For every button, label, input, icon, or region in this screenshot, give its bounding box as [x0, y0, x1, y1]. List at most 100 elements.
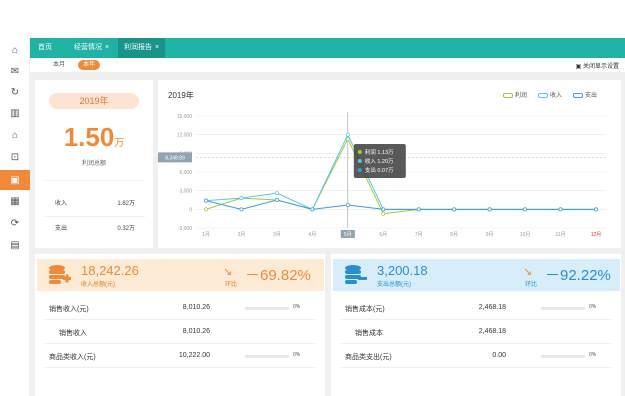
- tab-bar: 首页 经营情况 × 利润报告 ×: [30, 38, 625, 58]
- refresh-icon[interactable]: ↻: [8, 85, 22, 99]
- expense-mom-change: －92.22%: [545, 267, 611, 284]
- lock-icon[interactable]: ⊡: [8, 150, 22, 164]
- x-tick-label: 7月: [415, 232, 423, 238]
- expense-total-label: 支出总额(元): [377, 282, 411, 288]
- tooltip-text: 利润 1.13万: [365, 148, 394, 156]
- period-bar: 本月 本年 ▣ 关闭显示设置: [30, 58, 625, 72]
- expense-value: 0.32万: [117, 226, 135, 232]
- table-row: 销售收入(元) 8,010.26 0%: [35, 302, 325, 316]
- line-chart[interactable]: 15,00012,0009,0006,0003,0000-3,0001月2月3月…: [158, 80, 621, 248]
- y-tick-label: 15,000: [177, 114, 193, 120]
- series-point: [381, 207, 386, 212]
- display-settings-label: 关闭显示设置: [582, 64, 619, 70]
- divider: [341, 343, 611, 344]
- x-tick-label: 6月: [379, 232, 387, 238]
- mom-label: 环比: [525, 282, 538, 288]
- income-row-label: 销售收入(元): [49, 306, 89, 313]
- table-icon[interactable]: ▦: [8, 194, 22, 208]
- progress-bar: [245, 307, 289, 310]
- mail-icon[interactable]: ✉: [8, 64, 22, 78]
- income-label: 收入: [55, 201, 68, 207]
- expense-summary-row: 支出 0.32万: [55, 223, 135, 233]
- tooltip-swatch: [357, 168, 362, 172]
- tooltip-swatch: [357, 150, 362, 154]
- profit-total-unit: 万: [114, 138, 125, 149]
- expense-row-value: 0.00: [492, 352, 506, 359]
- y-tick-label: 6,000: [179, 170, 192, 176]
- mom-label: 环比: [225, 282, 238, 288]
- income-kpi-banner: 18,242.26 收入总额(元) ↘ 环比 －69.82%: [37, 259, 324, 291]
- income-row-percent: 0%: [293, 352, 301, 358]
- series-point: [274, 198, 279, 202]
- divider: [45, 343, 315, 344]
- sync-icon[interactable]: ⟳: [8, 216, 22, 230]
- y-crosshair-label: 8,348.89: [165, 155, 185, 161]
- series-point: [452, 207, 457, 212]
- sidebar: ⌂ ✉ ↻ ▥ ⌂ ⊡ ▣ ▦ ⟳ ▤: [0, 38, 30, 396]
- expense-label: 支出: [55, 226, 68, 232]
- profit-total-value: 1.50万: [35, 122, 153, 153]
- tab-business[interactable]: 经营情况 ×: [68, 38, 115, 58]
- y-tick-label: 0: [189, 207, 192, 213]
- close-icon[interactable]: ×: [105, 44, 109, 51]
- close-icon[interactable]: ×: [155, 44, 159, 51]
- profit-total-number: 1.50: [63, 122, 115, 152]
- x-tick-label: 3月: [273, 232, 281, 238]
- expense-row-value: 2,468.18: [478, 304, 506, 311]
- series-point: [381, 211, 386, 216]
- progress-bar: [245, 355, 289, 358]
- tab-label: 利润报告: [124, 44, 152, 51]
- settings-icon: ▣: [575, 64, 582, 70]
- tooltip-text: 收入 1.20万: [365, 157, 394, 165]
- divider: [45, 216, 145, 217]
- expense-row-value: 2,468.18: [478, 328, 506, 335]
- income-row-value: 8,010.26: [182, 304, 210, 311]
- series-point: [239, 196, 244, 201]
- series-point: [594, 207, 598, 212]
- coin-stack-minus-icon: [345, 265, 367, 284]
- tab-label: 经营情况: [74, 44, 102, 51]
- home-icon[interactable]: ⌂: [8, 43, 22, 57]
- wallet-icon[interactable]: ▣: [0, 170, 30, 190]
- subtab-month[interactable]: 本月: [48, 60, 70, 70]
- x-tick-label: 10月: [520, 232, 531, 238]
- income-total-label: 收入总额(元): [81, 282, 115, 288]
- trend-down-icon: ↘: [223, 266, 233, 278]
- display-settings-button[interactable]: ▣ 关闭显示设置: [576, 61, 619, 70]
- series-point: [416, 207, 421, 212]
- report-icon[interactable]: ▤: [8, 238, 22, 252]
- series-point: [487, 207, 492, 212]
- series-point: [274, 191, 279, 196]
- table-row: 销售收入 8,010.26: [35, 326, 325, 340]
- y-tick-label: 3,000: [179, 189, 192, 195]
- year-pill[interactable]: 2019年: [49, 93, 139, 109]
- trend-chart-card: 2019年 利润 收入 支出 15,00012,0009,0006,0003,0…: [158, 80, 621, 248]
- income-row-value: 8,010.26: [182, 328, 210, 335]
- x-tick-label: 2月: [238, 232, 246, 238]
- subtab-year[interactable]: 本年: [78, 60, 101, 70]
- series-point: [204, 207, 208, 212]
- series-line: [205, 199, 596, 210]
- series-point: [310, 207, 315, 212]
- series-point: [239, 207, 244, 212]
- tab-profit-report[interactable]: 利润报告 ×: [118, 38, 166, 58]
- tab-home[interactable]: 首页: [32, 38, 58, 58]
- profit-summary-card: 2019年 1.50万 利润总额 收入 1.82万 支出 0.32万: [35, 80, 153, 248]
- x-tick-label: 5月: [344, 232, 352, 238]
- table-row: 商品类支出(元) 0.00 0%: [331, 350, 621, 364]
- x-tick-label: 12月: [591, 232, 602, 238]
- progress-bar: [541, 355, 585, 358]
- expense-detail-card: 3,200.18 支出总额(元) ↘ 环比 －92.22% 销售成本(元) 2,4…: [331, 254, 621, 396]
- x-tick-label: 8月: [450, 232, 458, 238]
- building-icon[interactable]: ▥: [8, 106, 22, 120]
- profit-total-label: 利润总额: [81, 161, 106, 167]
- expense-row-percent: 0%: [589, 352, 597, 358]
- x-tick-label: 4月: [308, 232, 316, 238]
- tooltip-swatch: [357, 159, 362, 163]
- house-icon[interactable]: ⌂: [8, 128, 22, 142]
- divider: [341, 319, 611, 320]
- income-row-label: 销售收入: [59, 330, 87, 337]
- series-point: [558, 207, 563, 212]
- coin-stack-plus-icon: [49, 265, 71, 284]
- income-row-percent: 0%: [293, 304, 301, 310]
